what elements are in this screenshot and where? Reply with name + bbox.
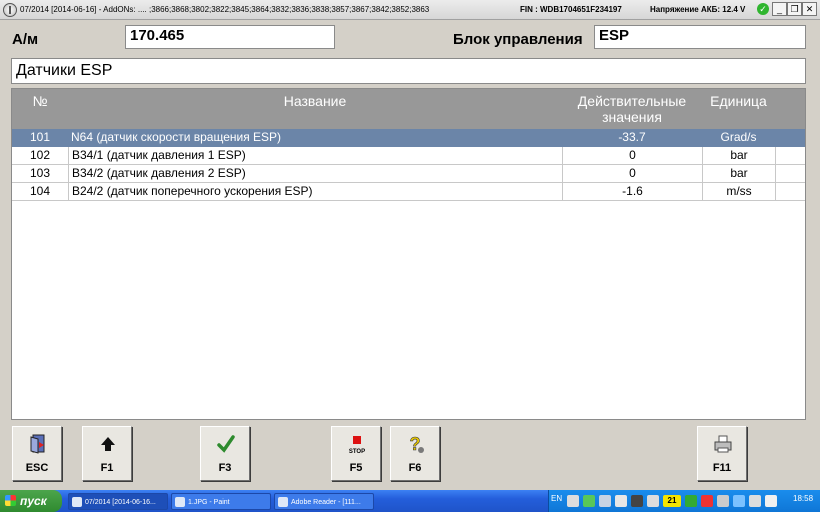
row-extra-cell (775, 165, 805, 183)
tray-monitor-icon[interactable] (599, 495, 611, 507)
arrow-up-icon (98, 433, 118, 455)
volume-icon[interactable] (717, 495, 729, 507)
printer-icon (713, 433, 733, 455)
battery-voltage-label: Напряжение АКБ: 12.4 V (650, 5, 746, 14)
f1-button[interactable]: F1 (82, 426, 132, 481)
fin-label: FIN : WDB1704651F234197 (520, 5, 622, 14)
table-header: № Название Действительные значения Едини… (12, 89, 805, 129)
row-name: N64 (датчик скорости вращения ESP) (71, 130, 282, 144)
f3-label: F3 (218, 462, 232, 474)
tray-clock-icon[interactable] (765, 495, 777, 507)
tray-shield-icon[interactable] (685, 495, 697, 507)
restore-button[interactable]: ❐ (787, 2, 802, 16)
clock[interactable]: 18:58 (793, 494, 813, 503)
network-icon[interactable] (567, 495, 579, 507)
f6-button[interactable]: ? F6 (390, 426, 440, 481)
esc-button[interactable]: ESC (12, 426, 62, 481)
language-indicator[interactable]: EN (551, 494, 562, 503)
f5-label: F5 (349, 462, 363, 474)
row-number: 104 (29, 184, 51, 198)
tray-misc-icon[interactable] (749, 495, 761, 507)
row-unit: bar (702, 147, 775, 165)
column-name: Название (283, 93, 347, 109)
table-row[interactable]: 104 B24/2 (датчик поперечного ускорения … (12, 183, 805, 201)
taskbar-task-adobe[interactable]: Adobe Reader - [111... (274, 493, 374, 510)
f5-button[interactable]: STOP F5 (331, 426, 381, 481)
tray-security-icon[interactable] (701, 495, 713, 507)
row-name: B34/1 (датчик давления 1 ESP) (68, 147, 562, 165)
table-row[interactable]: 103 B34/2 (датчик давления 2 ESP) 0 bar (12, 165, 805, 183)
table-row[interactable]: 101 N64 (датчик скорости вращения ESP) -… (12, 129, 805, 147)
tray-bluetooth-icon[interactable] (733, 495, 745, 507)
f11-button[interactable]: F11 (697, 426, 747, 481)
app-logo-icon (3, 2, 17, 17)
table-row[interactable]: 102 B34/1 (датчик давления 1 ESP) 0 bar (12, 147, 805, 165)
esc-label: ESC (25, 462, 49, 474)
status-ok-icon: ✓ (757, 3, 769, 15)
taskbar-task-paint[interactable]: 1.JPG - Paint (171, 493, 271, 510)
system-tray: EN 21 18:58 (548, 490, 820, 512)
row-name: B24/2 (датчик поперечного ускорения ESP) (68, 183, 562, 201)
exit-door-icon (28, 433, 48, 455)
close-button[interactable]: ✕ (802, 2, 817, 16)
title-bar: 07/2014 [2014-06-16] - AddONs: .... ;386… (0, 0, 820, 20)
stop-icon: STOP (347, 433, 367, 455)
help-icon: ? (406, 433, 426, 455)
minimize-button[interactable]: _ (772, 2, 787, 16)
row-number: 102 (29, 148, 51, 162)
stop-icon-text: STOP (349, 449, 365, 455)
taskbar-task-xentry[interactable]: 07/2014 [2014-06-16... (68, 493, 168, 510)
row-name: B34/2 (датчик давления 2 ESP) (68, 165, 562, 183)
tray-badge[interactable]: 21 (663, 495, 681, 507)
column-actual-values: Действительные значения (577, 93, 687, 125)
window-title: 07/2014 [2014-06-16] - AddONs: .... ;386… (20, 5, 430, 14)
tray-app-icon[interactable] (583, 495, 595, 507)
row-value: -33.7 (618, 130, 646, 144)
row-extra-cell (775, 183, 805, 201)
row-value: 0 (562, 165, 702, 183)
row-unit: Grad/s (720, 130, 757, 144)
tray-device-icon[interactable] (615, 495, 627, 507)
row-value: 0 (562, 147, 702, 165)
start-button[interactable]: пуск (0, 490, 62, 512)
row-extra-cell (775, 129, 805, 147)
tray-usb-icon[interactable] (647, 495, 659, 507)
row-number: 101 (29, 130, 51, 144)
tray-camera-icon[interactable] (631, 495, 643, 507)
row-number: 103 (29, 166, 51, 180)
column-number: № (32, 93, 48, 109)
vehicle-label: А/м (12, 31, 39, 48)
f1-label: F1 (100, 462, 114, 474)
control-unit-field: ESP (594, 25, 806, 49)
control-unit-label: Блок управления (453, 31, 583, 48)
column-unit: Единица (710, 93, 767, 109)
section-title: Датчики ESP (11, 58, 806, 84)
f6-label: F6 (408, 462, 422, 474)
f11-label: F11 (712, 462, 732, 474)
taskbar: пуск 07/2014 [2014-06-16... 1.JPG - Pain… (0, 490, 820, 512)
sensor-table: № Название Действительные значения Едини… (11, 88, 806, 420)
f3-button[interactable]: F3 (200, 426, 250, 481)
checkmark-icon (216, 433, 236, 455)
row-extra-cell (775, 147, 805, 165)
row-unit: bar (702, 165, 775, 183)
vehicle-field: 170.465 (125, 25, 335, 49)
row-value: -1.6 (562, 183, 702, 201)
row-unit: m/ss (702, 183, 775, 201)
